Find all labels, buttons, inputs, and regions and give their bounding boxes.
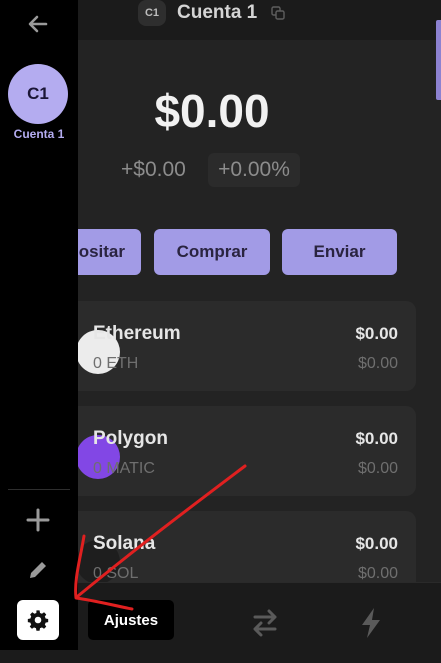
token-amount: 0 MATIC: [93, 460, 155, 477]
pencil-icon[interactable]: [25, 557, 51, 583]
total-balance-value: $0.00: [154, 85, 270, 137]
balance-change-percent: +0.00%: [208, 153, 300, 187]
swap-icon[interactable]: [247, 605, 283, 641]
token-value: $0.00: [355, 429, 398, 448]
balance-change-usd: +$0.00: [121, 158, 186, 181]
account-avatar-label: Cuenta 1: [13, 127, 65, 141]
token-name: Ethereum: [93, 323, 181, 344]
settings-tooltip: Ajustes: [88, 600, 174, 640]
token-sub-value: $0.00: [357, 460, 398, 477]
back-arrow-icon[interactable]: [26, 12, 50, 36]
copy-icon[interactable]: [271, 6, 285, 20]
account-sidebar: C1 Cuenta 1: [0, 0, 78, 650]
gear-icon: [27, 610, 49, 631]
plus-icon[interactable]: [25, 507, 51, 533]
settings-button[interactable]: [17, 600, 59, 640]
token-value: $0.00: [355, 324, 398, 343]
token-sub-value: $0.00: [357, 565, 398, 582]
sidebar-divider: [8, 489, 70, 490]
token-sub-value: $0.00: [357, 355, 398, 372]
token-name: Solana: [93, 533, 156, 554]
lightning-icon[interactable]: [353, 605, 389, 641]
token-amount: 0 SOL: [93, 565, 139, 582]
account-chip[interactable]: C1: [138, 0, 166, 26]
account-name[interactable]: Cuenta 1: [177, 2, 257, 24]
token-row-ethereum[interactable]: Ethereum 0 ETH $0.00 $0.00: [40, 301, 416, 391]
token-row-polygon[interactable]: Polygon 0 MATIC $0.00 $0.00: [40, 406, 416, 496]
account-avatar[interactable]: C1: [8, 64, 68, 124]
token-value: $0.00: [355, 534, 398, 553]
token-name: Polygon: [93, 428, 168, 449]
buy-button[interactable]: Comprar: [154, 229, 270, 275]
send-button[interactable]: Enviar: [282, 229, 397, 275]
side-panel-edge: [436, 20, 441, 100]
token-amount: 0 ETH: [93, 355, 139, 372]
